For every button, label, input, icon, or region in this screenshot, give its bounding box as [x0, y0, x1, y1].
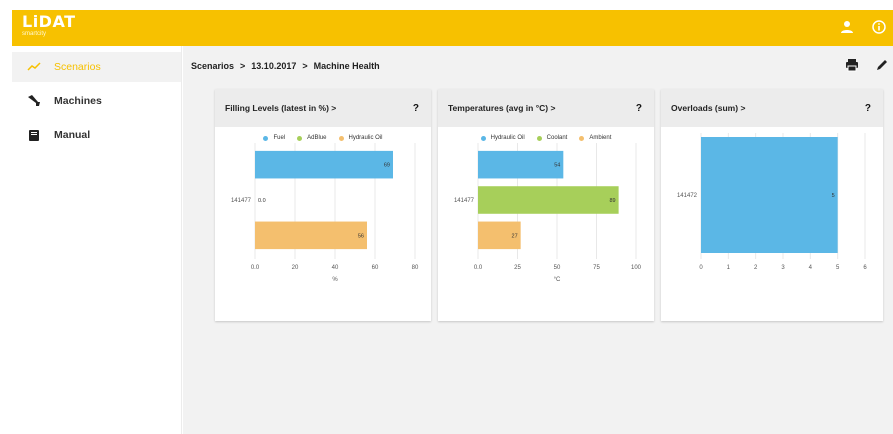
chart-bar [255, 150, 393, 179]
bar-value-label: 5 [832, 193, 835, 199]
help-icon[interactable]: ? [865, 103, 871, 114]
tick-label: 20 [292, 265, 299, 271]
card-header[interactable]: Temperatures (avg in °C) > ? [438, 89, 654, 127]
book-icon [26, 128, 42, 142]
app-logo[interactable]: LiDAT smartcity [22, 13, 76, 38]
tick-label: 6 [863, 265, 867, 271]
bar-value-label: 69 [384, 163, 390, 169]
top-bar: LiDAT smartcity [12, 10, 893, 46]
category-label: 141477 [454, 198, 475, 204]
axis-label: °C [554, 277, 561, 283]
sidebar-item-machines[interactable]: Machines [12, 86, 181, 116]
chart-bar [478, 150, 564, 179]
user-icon[interactable] [839, 19, 855, 35]
overloads-chart: 5 141472 0 1 2 3 4 5 6 [677, 133, 867, 271]
breadcrumb-date[interactable]: 13.10.2017 [251, 61, 296, 71]
tick-label: 25 [514, 265, 521, 271]
breadcrumb: Scenarios > 13.10.2017 > Machine Health [191, 61, 380, 71]
axis-label: % [332, 277, 338, 283]
tick-label: 80 [412, 265, 419, 271]
breadcrumb-separator: > [302, 61, 308, 71]
tick-label: 100 [631, 265, 642, 271]
tick-label: 2 [754, 265, 758, 271]
tick-label: 5 [836, 265, 840, 271]
breadcrumb-current: Machine Health [313, 61, 380, 71]
legend-item[interactable]: Hydraulic Oil [480, 135, 525, 141]
edit-icon[interactable] [875, 58, 889, 77]
filling-levels-chart: 69 0.0 56 141477 0.0 20 40 60 80% [231, 143, 419, 283]
sidebar-item-scenarios[interactable]: Scenarios [12, 52, 181, 82]
tick-label: 1 [727, 265, 731, 271]
filling-levels-card: Filling Levels (latest in %) > ? Fuel Ad… [215, 89, 431, 321]
temperatures-chart: 54 89 27 141477 0.0 25 50 75 100 °C [454, 143, 642, 283]
category-label: 141472 [677, 193, 698, 199]
main-content: Scenarios > 13.10.2017 > Machine Health … [183, 46, 893, 434]
bar-value-label: 89 [609, 198, 615, 204]
bar-value-label: 27 [512, 233, 518, 239]
trend-icon [26, 60, 42, 74]
help-icon[interactable]: ? [636, 103, 642, 114]
tick-label: 0.0 [474, 265, 483, 271]
card-header[interactable]: Filling Levels (latest in %) > ? [215, 89, 431, 127]
tick-label: 50 [554, 265, 561, 271]
card-title: Temperatures (avg in °C) > [448, 103, 556, 113]
print-icon[interactable] [845, 58, 859, 77]
sidebar: Scenarios Machines Manual [12, 46, 182, 434]
card-title: Overloads (sum) > [671, 103, 746, 113]
legend-item[interactable]: Fuel [263, 135, 285, 141]
chart-bar [478, 186, 619, 214]
sidebar-item-manual[interactable]: Manual [12, 120, 181, 150]
chart-bar [255, 221, 367, 250]
card-header[interactable]: Overloads (sum) > ? [661, 89, 883, 127]
legend-item[interactable]: AdBlue [297, 135, 327, 141]
logo-subtext: smartcity [22, 31, 46, 37]
temperatures-card: Temperatures (avg in °C) > ? Hydraulic O… [438, 89, 654, 321]
legend-item[interactable]: Ambient [579, 135, 611, 141]
bar-value-label: 54 [554, 163, 560, 169]
chart-legend: Fuel AdBlue Hydraulic Oil [215, 135, 431, 141]
sidebar-item-label: Machines [54, 95, 102, 107]
excavator-icon [26, 94, 42, 108]
tick-label: 75 [593, 265, 600, 271]
category-label: 141477 [231, 198, 252, 204]
overloads-card: Overloads (sum) > ? 5 141472 0 1 2 3 4 5 6 [661, 89, 883, 321]
tick-label: 60 [372, 265, 379, 271]
bar-value-label: 56 [358, 233, 364, 239]
info-icon[interactable] [871, 19, 887, 35]
help-icon[interactable]: ? [413, 103, 419, 114]
chart-legend: Hydraulic Oil Coolant Ambient [438, 135, 654, 141]
chart-bar [701, 137, 838, 253]
sidebar-item-label: Scenarios [54, 61, 101, 73]
legend-item[interactable]: Coolant [536, 135, 567, 141]
tick-label: 0.0 [251, 265, 260, 271]
breadcrumb-scenarios[interactable]: Scenarios [191, 61, 234, 71]
card-title: Filling Levels (latest in %) > [225, 103, 337, 113]
tick-label: 4 [809, 265, 813, 271]
breadcrumb-separator: > [240, 61, 246, 71]
legend-item[interactable]: Hydraulic Oil [338, 135, 383, 141]
bar-value-label: 0.0 [258, 198, 266, 204]
sidebar-item-label: Manual [54, 129, 91, 141]
tick-label: 3 [781, 265, 785, 271]
tick-label: 40 [332, 265, 339, 271]
tick-label: 0 [699, 265, 703, 271]
logo-text: LiDAT [22, 12, 76, 31]
